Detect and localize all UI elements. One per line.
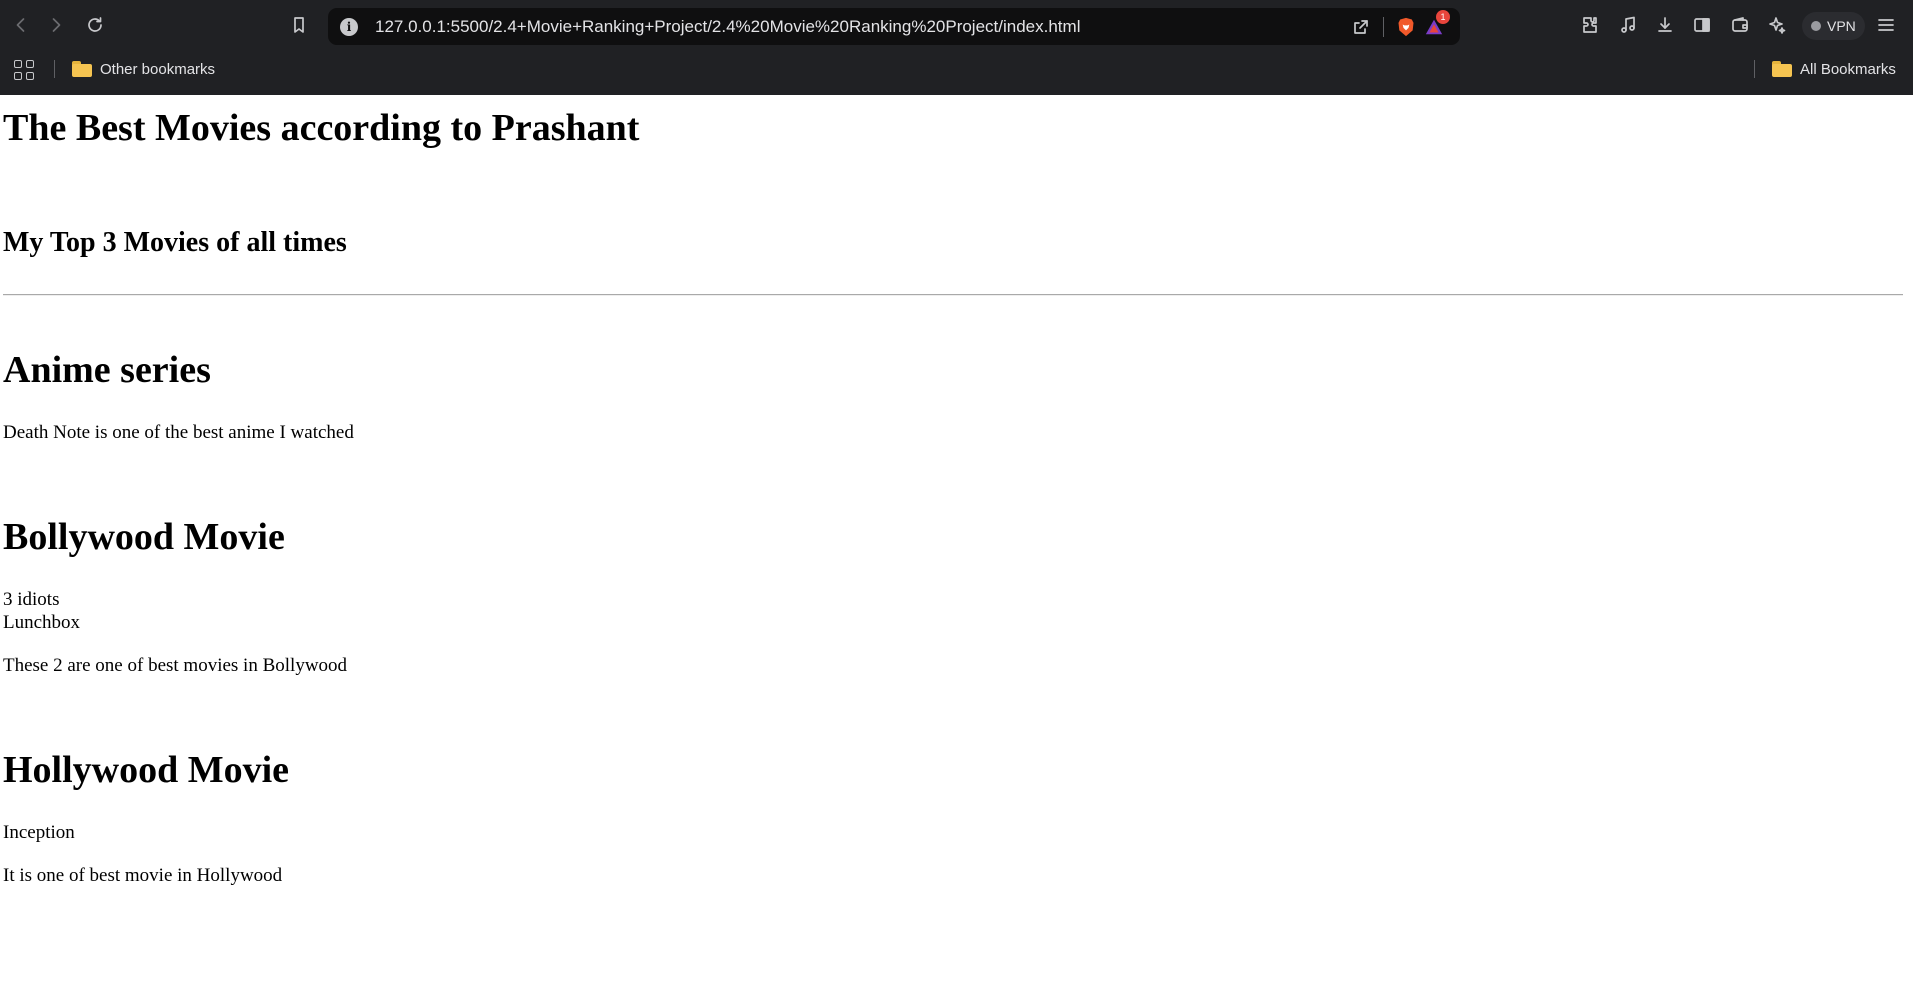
bookmarks-separator (54, 60, 55, 78)
page-title: The Best Movies according to Prashant (3, 107, 640, 149)
apps-icon[interactable] (14, 60, 34, 80)
share-icon[interactable] (1347, 13, 1375, 41)
bollywood-description: These 2 are one of best movies in Bollyw… (3, 655, 348, 676)
brave-shields-icon[interactable] (1392, 13, 1420, 41)
other-bookmarks-label: Other bookmarks (100, 60, 216, 78)
media-icon[interactable] (1615, 12, 1641, 38)
address-bar[interactable]: i 127.0.0.1:5500/2.4+Movie+Ranking+Proje… (328, 8, 1460, 45)
other-bookmarks-folder[interactable]: Other bookmarks (72, 56, 215, 82)
vpn-status-icon (1811, 21, 1821, 31)
rewards-badge: 1 (1436, 9, 1450, 24)
bollywood-movie-1: 3 idiots (3, 589, 60, 610)
anime-description: Death Note is one of the best anime I wa… (3, 422, 354, 443)
sidebar-icon[interactable] (1689, 12, 1715, 38)
browser-toolbar: i 127.0.0.1:5500/2.4+Movie+Ranking+Proje… (0, 0, 1913, 52)
bookmarks-bar (0, 52, 1913, 95)
vpn-button[interactable]: VPN (1802, 12, 1865, 40)
brave-rewards-icon[interactable]: 1 (1420, 9, 1450, 41)
all-bookmarks-label: All Bookmarks (1800, 60, 1896, 78)
browser-chrome: i 127.0.0.1:5500/2.4+Movie+Ranking+Proje… (0, 0, 1913, 95)
back-icon[interactable] (8, 12, 34, 38)
download-icon[interactable] (1652, 12, 1678, 38)
folder-icon (72, 61, 92, 77)
url-text[interactable]: 127.0.0.1:5500/2.4+Movie+Ranking+Project… (375, 17, 1347, 37)
section-heading-hollywood: Hollywood Movie (3, 749, 290, 791)
hollywood-movie-1: Inception (3, 822, 75, 843)
site-info-icon[interactable]: i (340, 17, 358, 36)
page-subtitle: My Top 3 Movies of all times (3, 227, 347, 258)
omnibox-separator (1383, 16, 1384, 37)
menu-icon[interactable] (1873, 12, 1899, 38)
leo-ai-icon[interactable] (1764, 12, 1790, 38)
all-bookmarks-folder[interactable]: All Bookmarks (1772, 56, 1896, 82)
wallet-icon[interactable] (1727, 12, 1753, 38)
bollywood-movie-2: Lunchbox (3, 612, 81, 633)
horizontal-rule (3, 294, 1903, 296)
forward-icon[interactable] (43, 12, 69, 38)
bookmark-icon[interactable] (286, 12, 312, 38)
section-heading-anime: Anime series (3, 349, 211, 391)
reload-icon[interactable] (82, 12, 108, 38)
section-heading-bollywood: Bollywood Movie (3, 516, 285, 558)
folder-icon (1772, 61, 1792, 77)
vpn-label: VPN (1827, 18, 1856, 34)
bookmarks-separator-right (1754, 60, 1755, 78)
extensions-icon[interactable] (1577, 12, 1603, 38)
hollywood-description: It is one of best movie in Hollywood (3, 865, 283, 886)
